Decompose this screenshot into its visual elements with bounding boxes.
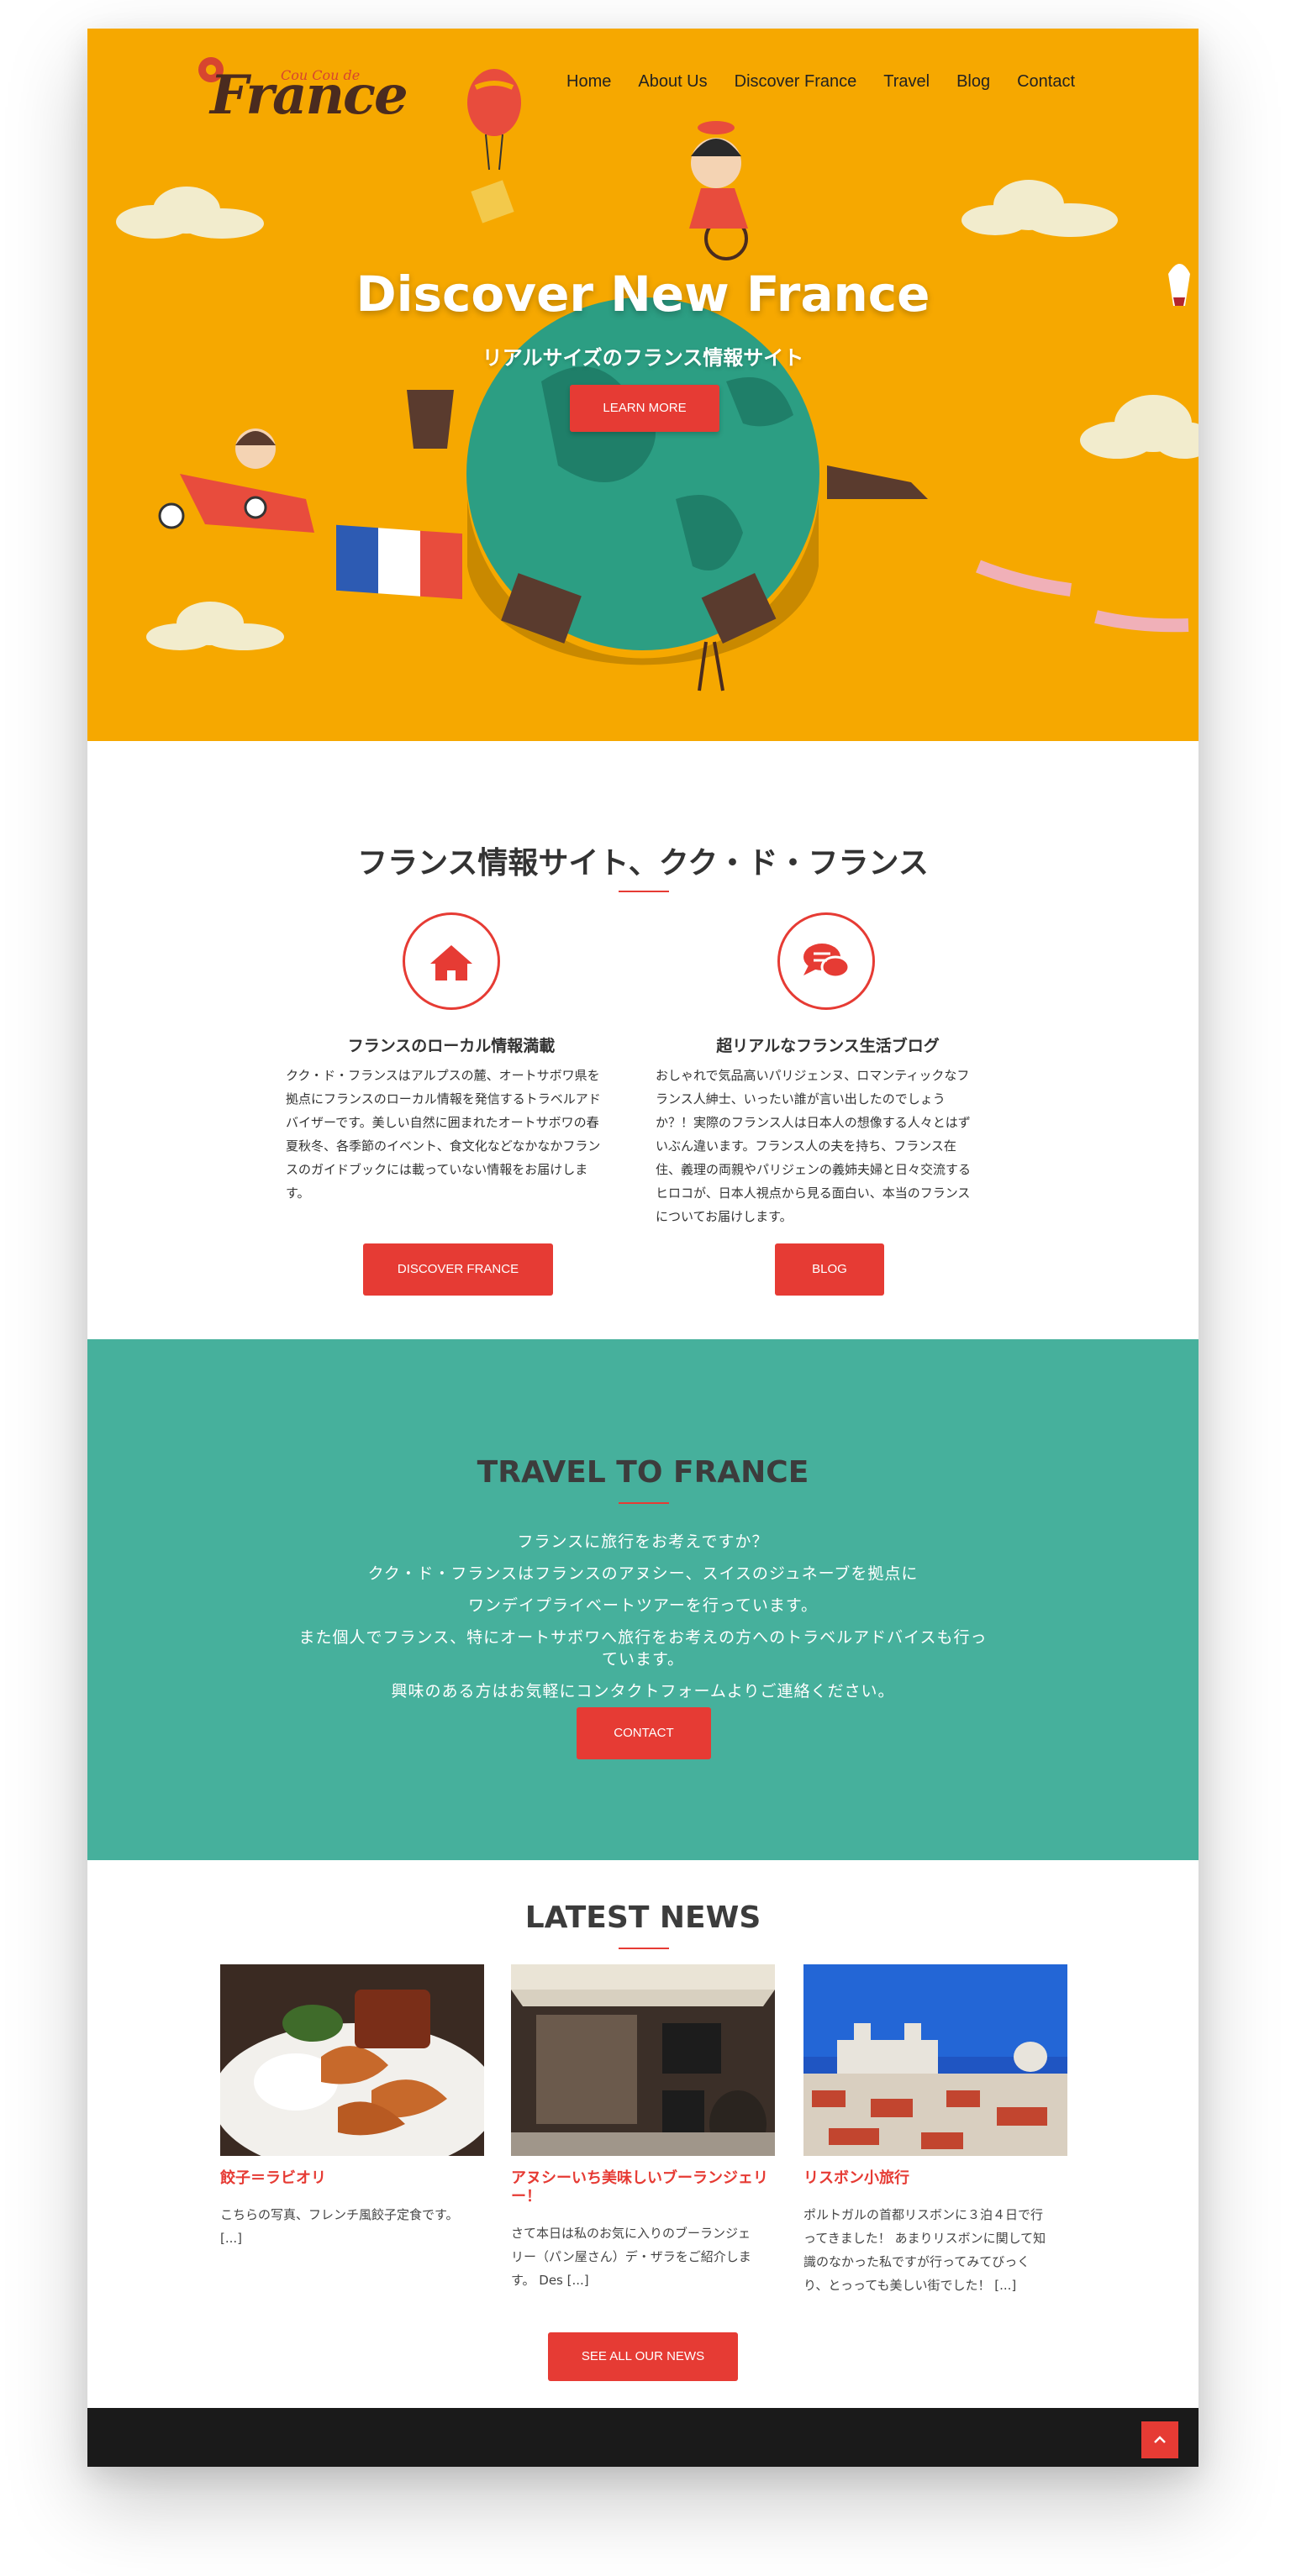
footer xyxy=(87,2408,1199,2467)
travel-title-underline xyxy=(619,1502,669,1504)
travel-title: TRAVEL TO FRANCE xyxy=(477,1455,809,1490)
travel-section: TRAVEL TO FRANCE フランスに旅行をお考えですか？ クク・ド・フラ… xyxy=(87,1339,1199,1860)
main-nav: Home About Us Discover France Travel Blo… xyxy=(566,72,1075,92)
news-item-title[interactable]: 餃子＝ラビオリ xyxy=(220,2169,484,2188)
site-logo[interactable]: Cou Cou de France xyxy=(198,47,408,131)
back-to-top-button[interactable] xyxy=(1141,2421,1178,2458)
nav-contact[interactable]: Contact xyxy=(1017,72,1075,92)
nav-discover-france[interactable]: Discover France xyxy=(735,72,857,92)
see-all-news-button[interactable]: SEE ALL OUR NEWS xyxy=(548,2332,738,2381)
nav-home[interactable]: Home xyxy=(566,72,611,92)
news-image-boulangerie[interactable] xyxy=(511,1964,775,2156)
discover-france-button[interactable]: DISCOVER FRANCE xyxy=(363,1243,553,1296)
feature-text: おしゃれで気品高いパリジェンヌ、ロマンティックなフ ランス人紳士、いったい誰が言… xyxy=(656,1068,972,1224)
hero-section: Cou Cou de France Home About Us Discover… xyxy=(87,29,1199,741)
news-item-excerpt: さて本日は私のお気に入りのブーランジェ リー（パン屋さん）デ・ザラをご紹介しま … xyxy=(511,2226,751,2288)
travel-text-line: 興味のある方はお気軽にコンタクトフォームよりご連絡ください。 xyxy=(391,1682,895,1701)
contact-button[interactable]: CONTACT xyxy=(577,1707,711,1759)
news-item-title[interactable]: リスボン小旅行 xyxy=(803,2169,1067,2188)
feature-icon-circle xyxy=(777,912,875,1010)
nav-travel[interactable]: Travel xyxy=(883,72,930,92)
hero-title: Discover New France xyxy=(356,265,930,323)
chat-icon xyxy=(803,944,851,979)
news-item-excerpt: ポルトガルの首都リスボンに３泊４日で行 ってきました！ あまりリスボンに関して知… xyxy=(803,2207,1046,2293)
travel-text-line: ワンデイプライベートツアーを行っています。 xyxy=(467,1596,818,1615)
feature-icon-circle xyxy=(403,912,500,1010)
travel-text-line: また個人でフランス、特にオートサボワへ旅行をお考えの方へのトラベルアドバイスも行… xyxy=(298,1628,988,1647)
intro-title: フランス情報サイト、クク・ド・フランス xyxy=(357,846,929,881)
hero-subtitle: リアルサイズのフランス情報サイト xyxy=(482,346,804,370)
travel-text-line: クク・ド・フランスはフランスのアヌシー、スイスのジュネーブを拠点に xyxy=(367,1564,919,1583)
news-title-underline xyxy=(619,1948,669,1949)
feature-title: フランスのローカル情報満載 xyxy=(347,1037,556,1055)
blog-button[interactable]: BLOG xyxy=(775,1243,884,1296)
chevron-up-icon xyxy=(1154,2436,1166,2443)
feature-text: クク・ド・フランスはアルプスの麓、オートサボワ県を 拠点にフランスのローカル情報… xyxy=(286,1068,601,1201)
feature-title: 超リアルなフランス生活ブログ xyxy=(716,1037,940,1055)
nav-about-us[interactable]: About Us xyxy=(638,72,707,92)
news-image-lisbon[interactable] xyxy=(803,1964,1067,2156)
news-title: LATEST NEWS xyxy=(524,1900,761,1935)
travel-text-line: ています。 xyxy=(601,1650,685,1669)
learn-more-button[interactable]: LEARN MORE xyxy=(570,385,719,432)
intro-title-underline xyxy=(619,891,669,892)
travel-text-line: フランスに旅行をお考えですか？ xyxy=(517,1532,769,1551)
news-item-excerpt: こちらの写真、フレンチ風餃子定食です。 [...] xyxy=(220,2207,459,2246)
news-image-gyoza[interactable] xyxy=(220,1964,484,2156)
nav-blog[interactable]: Blog xyxy=(956,72,990,92)
page: Cou Cou de France Home About Us Discover… xyxy=(87,29,1199,2467)
home-icon xyxy=(430,945,472,980)
logo-big-text: France xyxy=(210,64,408,127)
news-item-title[interactable]: アヌシーいち美味しいブーランジェリー！ xyxy=(511,2169,775,2206)
